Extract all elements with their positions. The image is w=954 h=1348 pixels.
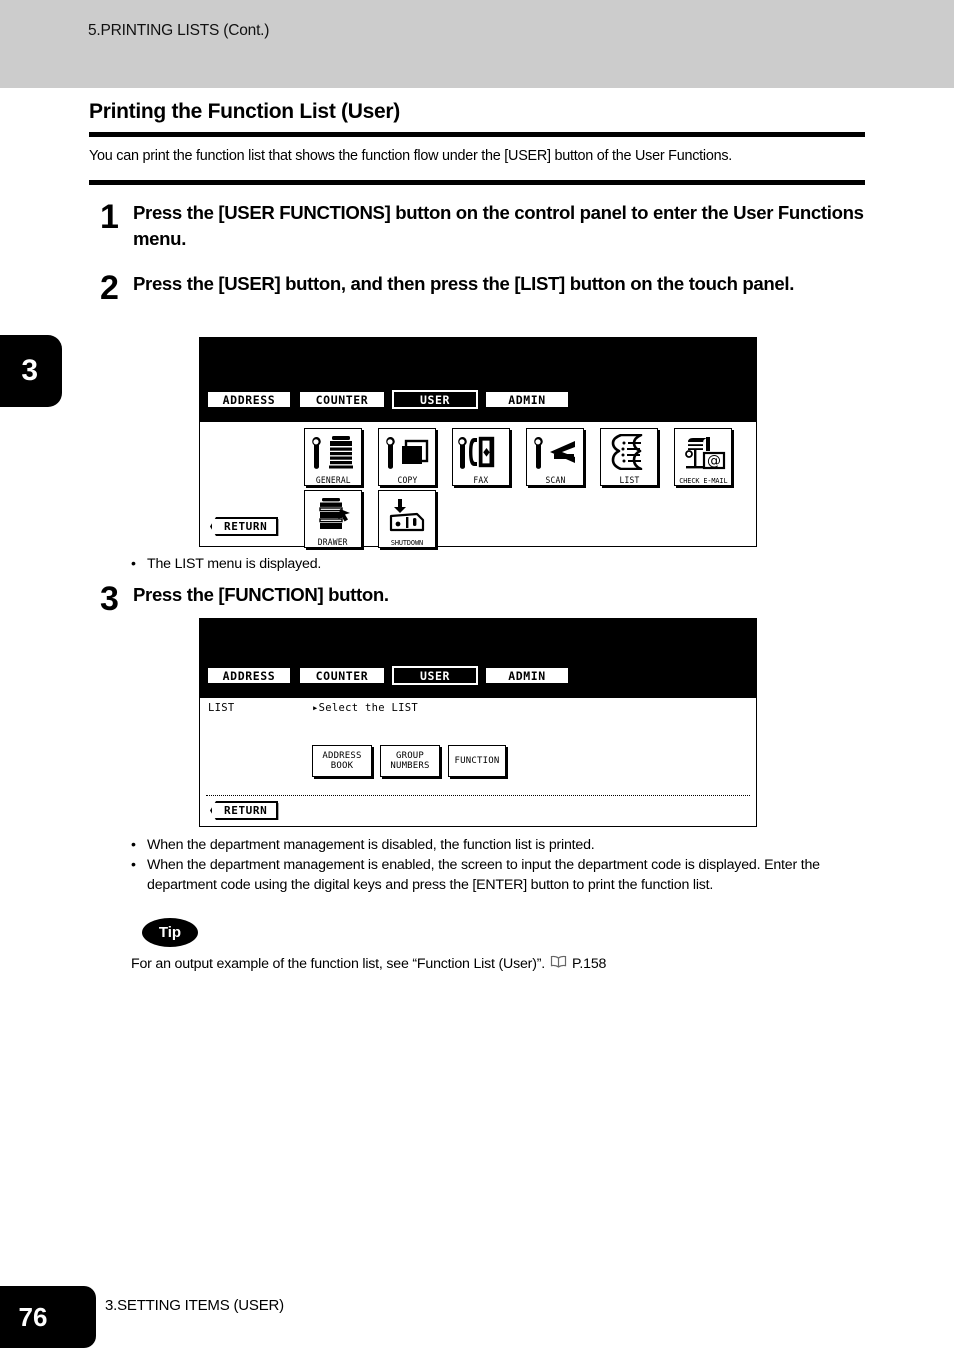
panel1-tab-user[interactable]: USER: [391, 389, 479, 410]
tip-badge: Tip: [142, 918, 198, 947]
note-item-1: • When the department management is disa…: [131, 835, 891, 855]
step-number-3: 3: [100, 580, 119, 618]
panel1-icon-scan-label: SCAN: [545, 474, 565, 485]
panel1-icon-copy[interactable]: COPY: [378, 428, 436, 486]
panel1-tab-admin-label: ADMIN: [508, 392, 546, 407]
bullet-glyph: •: [131, 837, 136, 853]
panel2-tab-user-label: USER: [419, 668, 451, 683]
wrench-copy-icon: [379, 429, 435, 476]
panel1-caption: • The LIST menu is displayed.: [131, 554, 731, 574]
panel1-icon-drawer-label: DRAWER: [318, 536, 348, 547]
panel1-icon-shutdown[interactable]: SHUTDOWN: [378, 490, 436, 548]
list-scroll-icon: [601, 429, 657, 476]
panel2-screen-name: LIST: [208, 702, 235, 714]
tip-badge-label: Tip: [158, 924, 182, 941]
note-text-1: When the department management is disabl…: [147, 837, 595, 853]
note-item-2: • When the department management is enab…: [131, 855, 871, 895]
panel1-tab-address[interactable]: ADDRESS: [206, 390, 292, 409]
panel1-icon-fax-label: FAX: [473, 474, 489, 485]
running-head-band: [0, 0, 954, 88]
panel1-icon-scan[interactable]: SCAN: [526, 428, 584, 486]
page-number-tab: 76: [0, 1286, 96, 1348]
panel1-tab-user-label: USER: [419, 392, 451, 407]
step-number-1: 1: [100, 198, 119, 236]
tip-text: For an output example of the function li…: [131, 955, 545, 972]
panel2-tab-counter[interactable]: COUNTER: [298, 666, 386, 685]
panel1-icon-list-label: LIST: [619, 474, 639, 485]
section-intro: You can print the function list that sho…: [89, 148, 733, 164]
rule-under-intro: [89, 180, 865, 185]
chapter-number: 3: [21, 354, 38, 387]
step-number-2: 2: [100, 269, 119, 307]
panel2-tab-address[interactable]: ADDRESS: [206, 666, 292, 685]
rule-under-title: [89, 132, 865, 137]
step-text-1: Press the [USER FUNCTIONS] button on the…: [133, 202, 864, 250]
chapter-thumb-tab: 3: [0, 335, 62, 407]
panel2-return-label: RETURN: [224, 804, 268, 817]
panel1-icon-general-label: GENERAL: [315, 474, 351, 485]
touch-panel-screenshot-1: ADDRESS COUNTER USER ADMIN GENERAL COPY …: [199, 337, 757, 548]
wrench-fax-icon: [453, 429, 509, 476]
note-text-2: When the department management is enable…: [147, 857, 820, 894]
panel1-icon-general[interactable]: GENERAL: [304, 428, 362, 486]
bullet-glyph: •: [131, 857, 136, 873]
step-text-3: Press the [FUNCTION] button.: [133, 584, 389, 605]
panel1-return-label: RETURN: [224, 520, 268, 533]
panel2-divider: [206, 795, 750, 796]
mailbox-at-icon: @: [675, 429, 731, 477]
bullet-glyph: •: [131, 556, 136, 572]
tip-body: For an output example of the function li…: [131, 955, 606, 972]
panel2-tab-counter-label: COUNTER: [315, 668, 369, 683]
panel2-tab-user[interactable]: USER: [391, 665, 479, 686]
panel2-prompt: ▸Select the LIST: [312, 702, 418, 714]
panel1-icon-check-email-label: CHECK E-MAIL: [678, 475, 728, 485]
page-number: 76: [18, 1301, 48, 1332]
tip-reference[interactable]: P.158: [572, 956, 606, 972]
panel2-button-function[interactable]: FUNCTION: [448, 745, 506, 777]
touch-panel-screenshot-2: ADDRESS COUNTER USER ADMIN LIST ▸Select the…: [199, 618, 757, 827]
panel2-tab-address-label: ADDRESS: [222, 668, 276, 683]
panel2-return-button[interactable]: RETURN: [210, 801, 279, 820]
panel1-return-button[interactable]: RETURN: [210, 517, 279, 536]
shutdown-icon: [379, 491, 435, 539]
panel1-tab-counter-label: COUNTER: [315, 392, 369, 407]
drawer-printer-icon: [305, 491, 361, 538]
panel2-tab-admin[interactable]: ADMIN: [484, 666, 570, 685]
panel1-title-bar: [200, 338, 756, 396]
panel1-content-area: GENERAL COPY FAX SCAN LIST @ CHECK E-MAI…: [200, 422, 756, 548]
panel1-tab-admin[interactable]: ADMIN: [484, 390, 570, 409]
panel2-button-group-numbers-line2: NUMBERS: [390, 761, 430, 771]
panel1-icon-shutdown-label: SHUTDOWN: [390, 537, 424, 547]
panel1-icon-list[interactable]: LIST: [600, 428, 658, 486]
wrench-scan-icon: [527, 429, 583, 476]
panel2-button-group-numbers-line1: GROUP: [395, 750, 425, 761]
step-text-2: Press the [USER] button, and then press …: [133, 273, 795, 294]
page-title: Printing the Function List (User): [89, 100, 400, 123]
panel2-content-area: LIST ▸Select the LIST ADDRESS BOOK GROUP…: [200, 698, 756, 826]
footer-chapter-title: 3.SETTING ITEMS (USER): [105, 1297, 284, 1314]
panel1-tab-address-label: ADDRESS: [222, 392, 276, 407]
prompt-arrow-icon: ▸: [312, 702, 319, 714]
running-head-text: 5.PRINTING LISTS (Cont.): [88, 22, 270, 39]
panel2-button-address-book-line2: BOOK: [330, 761, 354, 771]
panel1-tab-counter[interactable]: COUNTER: [298, 390, 386, 409]
panel2-prompt-text: Select the LIST: [318, 702, 418, 714]
panel1-icon-check-email[interactable]: @ CHECK E-MAIL: [674, 428, 732, 486]
panel1-icon-copy-label: COPY: [397, 474, 417, 485]
panel2-tab-row[interactable]: ADDRESS COUNTER USER ADMIN: [206, 665, 570, 686]
panel2-button-address-book-line1: ADDRESS: [322, 750, 362, 761]
panel1-caption-text: The LIST menu is displayed.: [147, 556, 322, 572]
wrench-copier-icon: [305, 429, 361, 476]
panel2-button-group-numbers[interactable]: GROUP NUMBERS: [380, 745, 440, 777]
panel1-tab-row[interactable]: ADDRESS COUNTER USER ADMIN: [206, 389, 570, 410]
open-book-icon: [550, 955, 567, 972]
panel2-button-address-book[interactable]: ADDRESS BOOK: [312, 745, 372, 777]
panel2-tab-admin-label: ADMIN: [508, 668, 546, 683]
panel1-icon-fax[interactable]: FAX: [452, 428, 510, 486]
panel2-button-function-line1: FUNCTION: [454, 755, 500, 766]
svg-text:@: @: [707, 453, 721, 469]
panel2-title-bar: [200, 619, 756, 672]
panel1-icon-drawer[interactable]: DRAWER: [304, 490, 362, 548]
